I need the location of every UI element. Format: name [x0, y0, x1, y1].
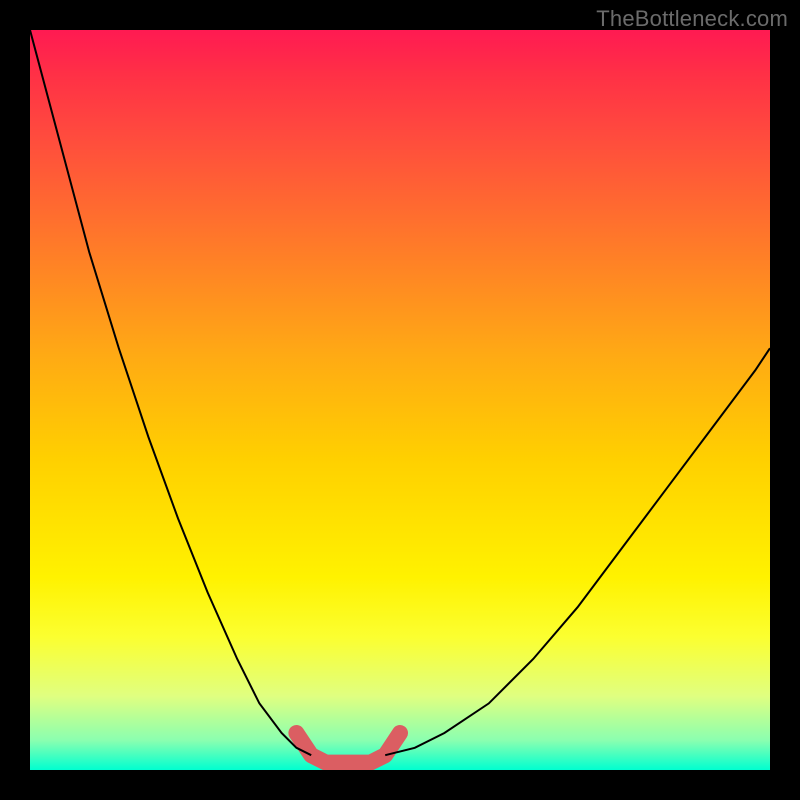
valley-highlight: [296, 733, 400, 763]
plot-area: [30, 30, 770, 770]
watermark-text: TheBottleneck.com: [596, 6, 788, 32]
left-curve: [30, 30, 311, 755]
chart-svg: [30, 30, 770, 770]
chart-frame: TheBottleneck.com: [0, 0, 800, 800]
right-curve: [385, 348, 770, 755]
